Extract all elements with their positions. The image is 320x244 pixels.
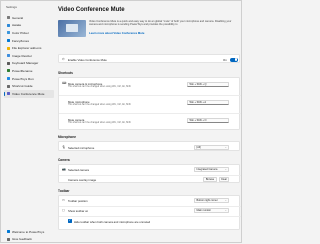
sidebar-item-powerrename[interactable]: PowerRename — [4, 67, 54, 75]
microphone-select-value: [All] — [196, 145, 201, 149]
sidebar-item-shortcut-guide[interactable]: Shortcut Guide — [4, 82, 54, 90]
toolbar-header: Toolbar — [58, 189, 70, 193]
hide-toolbar-checkbox[interactable]: ✓ — [68, 218, 72, 223]
sidebar-item-image-resizer[interactable]: Image Resizer — [4, 52, 54, 60]
sidebar-item-welcome-to-powertoys[interactable]: Welcome to PowerToys — [4, 228, 54, 236]
image-resizer-icon — [7, 54, 10, 58]
power-icon: ⏻ — [62, 57, 65, 61]
enable-state: On — [223, 58, 227, 62]
sidebar-item-label: PowerToys Run — [12, 76, 34, 81]
page-title: Video Conference Mute — [58, 7, 125, 13]
toolbar-card: ▭ Toolbar position Bottom right corner ⌄… — [58, 195, 241, 230]
sidebar-item-color-picker[interactable]: Color Picker — [4, 29, 54, 37]
welcome-to-powertoys-icon — [7, 230, 10, 234]
sidebar-nav: General Awake Color Picker FancyZones File E… — [4, 14, 54, 98]
shortcuts-card: ⌨ Mute camera & microphone This shortcut… — [58, 77, 241, 130]
sidebar-item-file-explorer-add-ons[interactable]: File Explorer add-ons — [4, 44, 54, 52]
shortcut-input-camera[interactable]: Win + Shift + O — [187, 118, 229, 123]
app-title: Settings — [6, 5, 17, 9]
camera-header: Camera — [58, 158, 70, 162]
toolbar-position-icon: ▭ — [62, 198, 65, 202]
shortcut-input-microphone[interactable]: Win + Shift + A — [187, 100, 229, 105]
give-feedback-icon — [7, 237, 10, 241]
browse-button[interactable]: Browse — [203, 176, 217, 182]
keyboard-icon: ⌨ — [62, 81, 67, 85]
general-icon — [7, 16, 10, 20]
powerrename-icon — [7, 69, 10, 73]
toolbar-position-select[interactable]: Bottom right corner ⌄ — [194, 198, 229, 203]
shortcut-input-camera-microphone[interactable]: Win + Shift + Q — [187, 82, 229, 87]
powertoys-run-icon — [7, 77, 10, 81]
video-conference-mute-icon — [7, 92, 10, 96]
show-toolbar-on-label: Show toolbar on — [68, 209, 89, 213]
awake-icon — [7, 23, 10, 27]
camera-card: 📷 Selected camera Integrated Camera ⌄ Ca… — [58, 164, 241, 183]
camera-icon: 📷 — [62, 167, 66, 171]
sidebar-item-label: Welcome to PowerToys — [12, 229, 45, 234]
clear-button[interactable]: Clear — [219, 176, 229, 182]
sidebar-item-label: Awake — [12, 23, 22, 28]
sidebar-item-video-conference-mute[interactable]: Video Conference Mute — [4, 89, 54, 98]
microphone-header: Microphone — [58, 135, 77, 139]
shortcuts-header: Shortcuts — [58, 71, 73, 75]
sidebar: Settings General Awake Color Picker FancyZo… — [2, 2, 55, 243]
sidebar-item-general[interactable]: General — [4, 14, 54, 22]
sidebar-item-powertoys-run[interactable]: PowerToys Run — [4, 75, 54, 83]
chevron-down-icon: ⌄ — [224, 199, 227, 202]
sidebar-item-label: Image Resizer — [12, 53, 32, 58]
monitor-icon: ▢ — [62, 208, 65, 212]
learn-more-link[interactable]: Learn more about Video Conference Mute — [89, 31, 144, 35]
fancyzones-icon — [7, 39, 10, 43]
sidebar-item-awake[interactable]: Awake — [4, 22, 54, 30]
enable-toggle[interactable] — [230, 57, 238, 62]
chevron-down-icon: ⌄ — [224, 168, 227, 171]
microphone-icon: 🎙 — [62, 144, 66, 149]
shortcut-note: This shortcut can't be changed when usin… — [68, 122, 131, 124]
shortcut-note: This shortcut can't be changed when usin… — [68, 104, 131, 106]
sidebar-item-give-feedback[interactable]: Give feedback — [4, 236, 54, 244]
shortcut-guide-icon — [7, 84, 10, 88]
sidebar-item-fancyzones[interactable]: FancyZones — [4, 37, 54, 45]
hero: Video Conference Mute is a quick and eas… — [58, 19, 240, 41]
sidebar-item-label: Color Picker — [12, 30, 29, 35]
toolbar-position-value: Bottom right corner — [196, 199, 218, 202]
toolbar-position-label: Toolbar position — [68, 199, 88, 203]
enable-card: ⏻ Enable Video Conference Mute On — [58, 54, 240, 63]
hero-image — [58, 20, 86, 37]
microphone-select[interactable]: [All] ⌄ — [194, 144, 229, 150]
sidebar-item-label: Keyboard Manager — [12, 61, 39, 66]
sidebar-item-label: PowerRename — [12, 68, 33, 73]
color-picker-icon — [7, 31, 10, 35]
sidebar-item-label: Video Conference Mute — [12, 91, 45, 96]
microphone-card: 🎙 Selected microphone [All] ⌄ — [58, 141, 240, 151]
hero-description: Video Conference Mute is a quick and eas… — [89, 20, 232, 27]
selected-microphone-label: Selected microphone — [68, 145, 95, 150]
camera-select-value: Integrated Camera — [196, 168, 218, 171]
shortcut-note: This shortcut can't be changed when usin… — [68, 86, 131, 88]
sidebar-item-label: File Explorer add-ons — [12, 46, 42, 51]
chevron-down-icon: ⌄ — [224, 209, 227, 212]
show-toolbar-on-select[interactable]: Main monitor ⌄ — [194, 208, 229, 213]
enable-label: Enable Video Conference Mute — [68, 58, 107, 62]
show-toolbar-on-value: Main monitor — [196, 209, 211, 212]
camera-select[interactable]: Integrated Camera ⌄ — [194, 167, 229, 172]
sidebar-item-label: FancyZones — [12, 38, 30, 43]
sidebar-item-label: General — [12, 15, 24, 20]
sidebar-item-keyboard-manager[interactable]: Keyboard Manager — [4, 60, 54, 68]
hide-toolbar-label: Hide toolbar when both camera and microp… — [74, 219, 151, 224]
keyboard-manager-icon — [7, 61, 10, 65]
sidebar-item-label: Shortcut Guide — [12, 84, 33, 89]
sidebar-item-label: Give feedback — [12, 237, 32, 242]
sidebar-bottom-nav: Welcome to PowerToys Give feedback — [4, 228, 54, 243]
camera-overlay-label: Camera overlay image — [68, 177, 97, 182]
settings-window: Settings General Awake Color Picker FancyZo… — [0, 0, 242, 243]
file-explorer-add-ons-icon — [7, 46, 10, 50]
selected-camera-label: Selected camera — [68, 168, 89, 172]
chevron-down-icon: ⌄ — [224, 145, 227, 149]
